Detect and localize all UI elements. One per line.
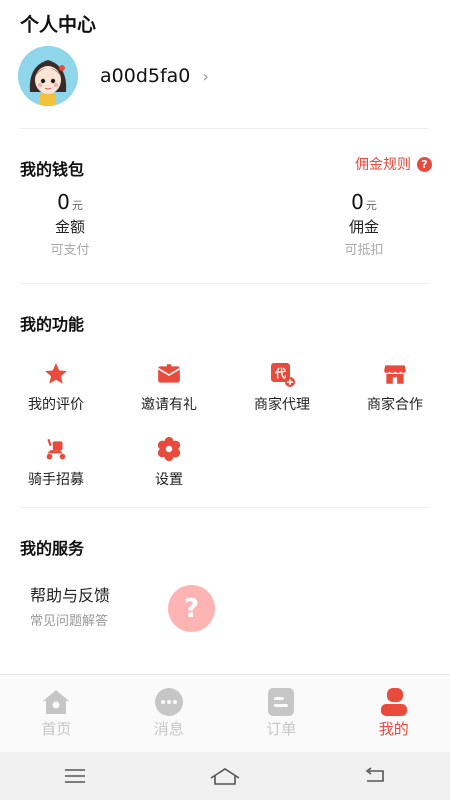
personal-center-page: 个人中心 a00d5fa0 › 我的钱包 佣金规则 ? 0 元 金额 可支付 0… xyxy=(0,0,450,800)
amount-label: 金额 xyxy=(54,218,85,236)
menu-icon[interactable] xyxy=(0,767,150,785)
home-icon xyxy=(41,687,71,717)
username: a00d5fa0 xyxy=(100,65,191,87)
scooter-icon xyxy=(42,435,70,463)
bottom-tab-bar: 首页 消息 订单 我的 xyxy=(0,674,450,752)
func-rider-recruit[interactable]: 骑手招募 xyxy=(6,435,106,489)
profile-row[interactable]: a00d5fa0 › xyxy=(18,46,238,106)
agent-icon: 代 xyxy=(268,360,296,388)
functions-section-title: 我的功能 xyxy=(20,315,85,334)
func-merchant-agent[interactable]: 代 商家代理 xyxy=(232,360,332,414)
func-merchant-coop[interactable]: 商家合作 xyxy=(345,360,445,414)
tab-label: 首页 xyxy=(41,720,72,738)
wallet-section-title: 我的钱包 xyxy=(20,160,85,179)
commission-rules-link[interactable]: 佣金规则 ? xyxy=(355,154,432,174)
tab-label: 我的 xyxy=(378,720,409,738)
tab-mine[interactable]: 我的 xyxy=(338,675,450,752)
func-my-reviews[interactable]: 我的评价 xyxy=(6,360,106,414)
tab-home[interactable]: 首页 xyxy=(0,675,113,752)
amount-value: 0 xyxy=(57,190,70,214)
tab-label: 消息 xyxy=(153,720,184,738)
func-invite-gift[interactable]: 邀请有礼 xyxy=(119,360,219,414)
services-section-title: 我的服务 xyxy=(20,539,85,558)
user-icon xyxy=(379,687,409,717)
wallet-amount[interactable]: 0元 金额 可支付 xyxy=(20,190,120,258)
divider xyxy=(20,507,430,508)
question-circle-icon[interactable]: ? xyxy=(168,585,215,632)
home-nav-icon[interactable] xyxy=(150,766,300,786)
tab-orders[interactable]: 订单 xyxy=(225,675,338,752)
commission-unit: 元 xyxy=(365,199,377,212)
tab-label: 订单 xyxy=(266,720,297,738)
amount-unit: 元 xyxy=(71,199,83,212)
commission-rules-label: 佣金规则 xyxy=(355,157,411,173)
envelope-icon xyxy=(155,360,183,388)
func-label: 我的评价 xyxy=(28,397,84,413)
svg-text:代: 代 xyxy=(274,366,286,380)
chevron-right-icon: › xyxy=(202,66,209,86)
commission-sub: 可抵扣 xyxy=(344,243,384,258)
tab-messages[interactable]: 消息 xyxy=(113,675,226,752)
func-settings[interactable]: 设置 xyxy=(119,435,219,489)
settings-icon xyxy=(155,435,183,463)
func-label: 邀请有礼 xyxy=(141,397,197,413)
back-icon[interactable] xyxy=(300,766,450,786)
system-nav-bar xyxy=(0,752,450,800)
page-title: 个人中心 xyxy=(20,14,97,36)
commission-value: 0 xyxy=(351,190,364,214)
shop-icon xyxy=(381,360,409,388)
question-icon: ? xyxy=(417,156,432,172)
func-label: 设置 xyxy=(155,472,183,488)
order-icon xyxy=(266,687,296,717)
avatar[interactable] xyxy=(18,46,78,106)
divider xyxy=(20,128,430,129)
func-label: 商家代理 xyxy=(254,397,310,413)
func-label: 商家合作 xyxy=(367,397,423,413)
commission-label: 佣金 xyxy=(348,218,379,236)
func-label: 骑手招募 xyxy=(28,472,84,488)
wallet-commission[interactable]: 0元 佣金 可抵扣 xyxy=(314,190,414,258)
divider xyxy=(20,283,430,284)
amount-sub: 可支付 xyxy=(50,243,90,258)
star-icon xyxy=(42,360,70,388)
message-icon xyxy=(154,687,184,717)
